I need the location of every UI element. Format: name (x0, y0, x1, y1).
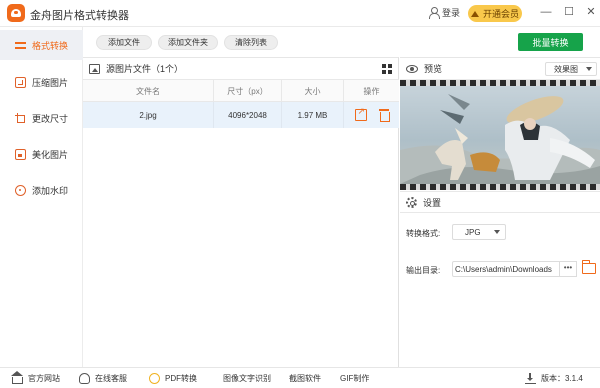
batch-convert-button[interactable]: 批量转换 (518, 33, 583, 51)
close-button[interactable]: ✕ (584, 5, 598, 19)
file-panel-title: 源图片文件（1个） (106, 64, 184, 74)
login-label: 登录 (442, 8, 461, 18)
file-dimensions-cell: 4096*2048 (214, 102, 282, 128)
sidebar-item-label: 更改尺寸 (32, 113, 69, 124)
screenshot-software-link[interactable]: 截图软件 (289, 372, 321, 385)
sidebar-item-watermark[interactable]: 添加水印 (0, 175, 83, 205)
login-button[interactable]: 登录 (428, 6, 460, 19)
watermark-icon (15, 184, 26, 196)
table-header: 文件名 尺寸（px） 大小 操作 (83, 80, 399, 102)
format-select[interactable]: JPG (452, 224, 506, 240)
file-panel: 源图片文件（1个） 文件名 尺寸（px） 大小 操作 2.jpg 4096*20… (83, 57, 399, 367)
beautify-icon (15, 148, 26, 160)
version-label: 版本：3.1.4 (541, 374, 583, 383)
file-panel-header: 源图片文件（1个） (83, 58, 399, 80)
preview-artwork (400, 94, 600, 184)
tools-icon (149, 373, 160, 384)
preview-image (400, 80, 600, 190)
effect-select[interactable]: 效果图 (545, 62, 597, 76)
settings-header: 设置 (400, 191, 600, 213)
pdf-convert-link[interactable]: PDF转换 (149, 372, 197, 385)
column-header-filename: 文件名 (83, 80, 214, 102)
sidebar-item-label: 添加水印 (32, 185, 69, 196)
table-row[interactable]: 2.jpg 4096*2048 1.97 MB (83, 102, 399, 128)
eye-icon (406, 64, 418, 73)
headset-icon (79, 373, 90, 384)
file-name-cell: 2.jpg (83, 102, 214, 128)
resize-icon (15, 112, 26, 124)
gif-maker-link[interactable]: GIF制作 (340, 372, 369, 385)
add-file-button[interactable]: 添加文件 (96, 35, 152, 50)
delete-icon[interactable] (378, 109, 390, 122)
sidebar: 格式转换 压缩图片 更改尺寸 美化图片 添加水印 (0, 27, 83, 367)
grid-view-icon[interactable] (382, 64, 392, 74)
download-icon (525, 373, 536, 384)
add-folder-button[interactable]: 添加文件夹 (158, 35, 218, 50)
convert-icon (15, 40, 26, 51)
format-select-value: JPG (465, 227, 481, 237)
sidebar-item-resize[interactable]: 更改尺寸 (0, 103, 83, 133)
maximize-button[interactable]: ☐ (562, 5, 576, 19)
footer-label: 官方网站 (28, 374, 60, 383)
minimize-button[interactable]: — (539, 5, 553, 19)
column-header-actions: 操作 (363, 86, 380, 96)
sidebar-item-beautify[interactable]: 美化图片 (0, 139, 83, 169)
user-icon (428, 6, 440, 19)
preview-header: 预览 效果图 (400, 58, 600, 80)
open-file-icon[interactable] (354, 107, 367, 121)
preview-label: 预览 (424, 64, 443, 74)
chevron-down-icon (586, 67, 592, 71)
footer: 官方网站 在线客服 PDF转换 图像文字识别 截图软件 GIF制作 版本：3.1… (0, 367, 600, 388)
right-panel: 预览 效果图 设置 转换格式: JPG 输出目录: C:\Users\admin… (400, 57, 600, 367)
official-website-link[interactable]: 官方网站 (11, 371, 60, 385)
online-service-link[interactable]: 在线客服 (79, 372, 127, 385)
sidebar-item-label: 格式转换 (32, 40, 69, 51)
crown-icon (470, 10, 480, 17)
image-icon (89, 63, 100, 74)
folder-icon[interactable] (582, 260, 596, 274)
home-icon (11, 371, 23, 384)
sidebar-item-compress[interactable]: 压缩图片 (0, 67, 83, 97)
compress-icon (15, 76, 26, 88)
browse-more-button[interactable]: ••• (560, 261, 577, 277)
vip-label: 开通会员 (482, 9, 519, 19)
app-title: 金舟图片格式转换器 (30, 10, 129, 22)
title-bar: 金舟图片格式转换器 登录 开通会员 — ☐ ✕ (0, 0, 600, 27)
output-dir-input[interactable]: C:\Users\admin\Downloads (452, 261, 560, 277)
sidebar-item-label: 美化图片 (32, 149, 69, 160)
film-strip-bottom (400, 184, 600, 190)
app-logo-icon (7, 4, 25, 22)
column-header-dimensions: 尺寸（px） (214, 80, 282, 102)
vip-button[interactable]: 开通会员 (468, 5, 522, 22)
effect-select-value: 效果图 (554, 64, 578, 74)
ocr-link[interactable]: 图像文字识别 (223, 372, 271, 385)
format-label: 转换格式: (406, 229, 441, 238)
sidebar-item-format-convert[interactable]: 格式转换 (0, 30, 83, 60)
file-size-cell: 1.97 MB (282, 102, 344, 128)
version-info[interactable]: 版本：3.1.4 (525, 372, 583, 385)
settings-label: 设置 (423, 197, 442, 208)
footer-label: PDF转换 (165, 374, 197, 383)
sidebar-item-label: 压缩图片 (32, 77, 69, 88)
output-dir-label: 输出目录: (406, 266, 441, 275)
column-header-size: 大小 (282, 80, 344, 102)
chevron-down-icon (494, 230, 500, 234)
actions-cell (344, 102, 399, 128)
gear-icon (406, 196, 417, 208)
clear-list-button[interactable]: 清除列表 (224, 35, 278, 50)
footer-label: 在线客服 (95, 374, 127, 383)
